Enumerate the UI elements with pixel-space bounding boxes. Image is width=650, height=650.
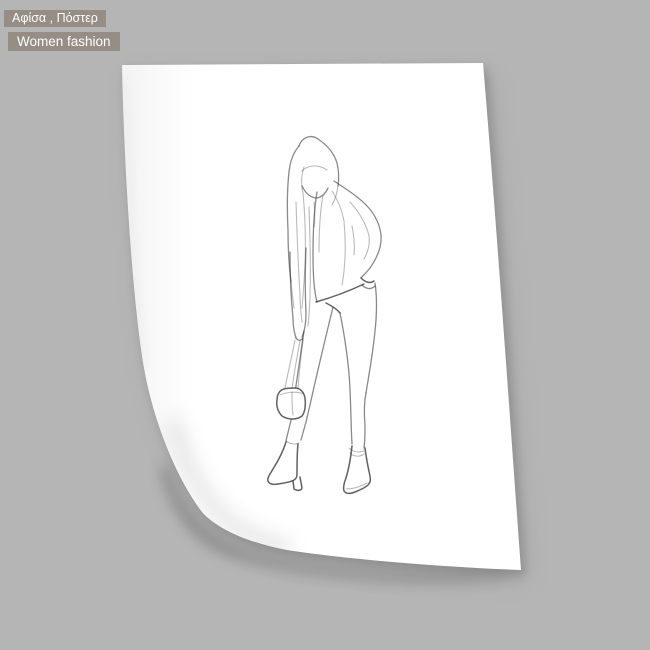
poster-paper (122, 63, 521, 570)
product-mockup-scene: Αφίσα , Πόστερ Women fashion (0, 0, 650, 650)
product-title-tag: Women fashion (8, 32, 120, 51)
poster-sheet-graphic (0, 0, 650, 650)
category-tag: Αφίσα , Πόστερ (4, 10, 106, 27)
